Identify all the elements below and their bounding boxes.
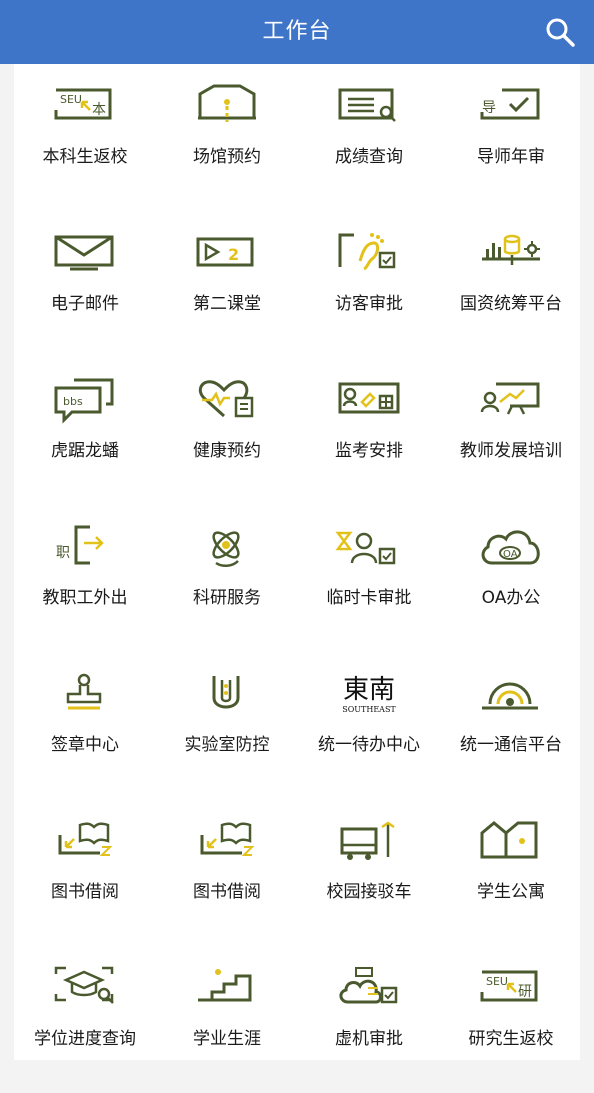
- bbs-icon: bbs: [50, 376, 120, 428]
- svg-text:OA: OA: [503, 549, 518, 560]
- app-label: 临时卡审批: [326, 588, 412, 608]
- app-tile-unified-comm[interactable]: 统一通信平台: [440, 652, 582, 799]
- app-grid-panel: SEU 本 本科生返校 场馆预约 成绩查询 导 导师年审 电子邮件 2 第二课堂…: [14, 64, 580, 1060]
- app-tile-vm-approval[interactable]: 虚机审批: [298, 946, 440, 1093]
- shuttle-bus-icon: [334, 817, 404, 869]
- assets-chart-icon: [476, 229, 546, 281]
- app-label: 研究生返校: [468, 1029, 554, 1049]
- app-label: 虎踞龙蟠: [51, 441, 119, 461]
- app-label: 实验室防控: [184, 735, 270, 755]
- app-tile-staff-exit[interactable]: 职 教职工外出: [14, 505, 156, 652]
- seu-return-icon: SEU 本: [50, 82, 120, 134]
- app-tile-teacher-training[interactable]: 教师发展培训: [440, 358, 582, 505]
- app-tile-research[interactable]: 科研服务: [156, 505, 298, 652]
- app-label: 本科生返校: [42, 147, 128, 167]
- app-tile-apartment[interactable]: 学生公寓: [440, 799, 582, 946]
- signal-icon: [476, 670, 546, 722]
- svg-text:职: 职: [56, 545, 70, 561]
- app-tile-shuttle[interactable]: 校园接驳车: [298, 799, 440, 946]
- app-label: 图书借阅: [51, 882, 119, 902]
- app-label: 签章中心: [51, 735, 119, 755]
- app-tile-degree-progress[interactable]: 学位进度查询: [14, 946, 156, 1093]
- app-label: 学位进度查询: [34, 1029, 136, 1049]
- app-label: 科研服务: [193, 588, 261, 608]
- svg-text:SEU: SEU: [486, 975, 508, 988]
- app-tile-library-2[interactable]: 图书借阅: [156, 799, 298, 946]
- svg-text:导: 导: [482, 100, 496, 116]
- app-label: 教师发展培训: [460, 441, 562, 461]
- second-class-icon: 2: [192, 229, 262, 281]
- app-tile-tutor-review[interactable]: 导 导师年审: [440, 64, 582, 211]
- app-tile-venue[interactable]: 场馆预约: [156, 64, 298, 211]
- vm-cloud-icon: [334, 964, 404, 1016]
- app-label: 校园接驳车: [326, 882, 412, 902]
- app-label: 学业生涯: [193, 1029, 261, 1049]
- app-label: 场馆预约: [193, 147, 261, 167]
- app-tile-assets[interactable]: 国资统筹平台: [440, 211, 582, 358]
- research-atom-icon: [192, 523, 262, 575]
- app-label: 国资统筹平台: [460, 294, 562, 314]
- app-label: 统一通信平台: [460, 735, 562, 755]
- app-label: 导师年审: [477, 147, 545, 167]
- search-icon[interactable]: [544, 16, 576, 48]
- staff-exit-icon: 职: [50, 523, 120, 575]
- grade-search-icon: [334, 82, 404, 134]
- page-title: 工作台: [262, 19, 332, 44]
- app-tile-second-class[interactable]: 2 第二课堂: [156, 211, 298, 358]
- app-tile-grad-return[interactable]: SEU 研 研究生返校: [440, 946, 582, 1093]
- oa-cloud-icon: OA: [476, 523, 546, 575]
- app-tile-stamp[interactable]: 签章中心: [14, 652, 156, 799]
- logo-calligraphy: 東南: [343, 675, 395, 705]
- app-label: 第二课堂: [193, 294, 261, 314]
- svg-text:本: 本: [92, 102, 106, 118]
- logo-english: SOUTHEAST: [342, 705, 396, 714]
- mail-icon: [50, 229, 120, 281]
- venue-icon: [192, 82, 262, 134]
- southeast-logo-icon: 東南 SOUTHEAST: [334, 670, 404, 722]
- app-tile-temp-card[interactable]: 临时卡审批: [298, 505, 440, 652]
- app-label: 统一待办中心: [318, 735, 420, 755]
- app-label: OA办公: [481, 588, 541, 608]
- app-tile-bbs[interactable]: bbs 虎踞龙蟠: [14, 358, 156, 505]
- tutor-review-icon: 导: [476, 82, 546, 134]
- app-tile-oa[interactable]: OA OA办公: [440, 505, 582, 652]
- app-tile-grades[interactable]: 成绩查询: [298, 64, 440, 211]
- stairs-icon: [192, 964, 262, 1016]
- app-label: 虚机审批: [335, 1029, 403, 1049]
- app-tile-lab[interactable]: 实验室防控: [156, 652, 298, 799]
- seu-grad-return-icon: SEU 研: [476, 964, 546, 1016]
- book-borrow-icon: [50, 817, 120, 869]
- temp-card-icon: [334, 523, 404, 575]
- health-heart-icon: [192, 376, 262, 428]
- visitor-icon: [334, 229, 404, 281]
- apartment-icon: [476, 817, 546, 869]
- app-tile-academic-career[interactable]: 学业生涯: [156, 946, 298, 1093]
- svg-text:SEU: SEU: [60, 93, 82, 106]
- svg-text:bbs: bbs: [63, 395, 83, 408]
- invigilation-icon: [334, 376, 404, 428]
- app-label: 电子邮件: [51, 294, 119, 314]
- degree-search-icon: [50, 964, 120, 1016]
- svg-text:2: 2: [228, 245, 239, 264]
- app-tile-todo-center[interactable]: 東南 SOUTHEAST 统一待办中心: [298, 652, 440, 799]
- lab-tube-icon: [192, 670, 262, 722]
- teacher-training-icon: [476, 376, 546, 428]
- app-label: 成绩查询: [335, 147, 403, 167]
- book-borrow-icon: [192, 817, 262, 869]
- app-label: 监考安排: [335, 441, 403, 461]
- app-tile-email[interactable]: 电子邮件: [14, 211, 156, 358]
- svg-text:研: 研: [518, 984, 532, 1000]
- app-tile-invigilation[interactable]: 监考安排: [298, 358, 440, 505]
- top-bar: 工作台: [0, 0, 594, 64]
- app-label: 健康预约: [193, 441, 261, 461]
- app-tile-health[interactable]: 健康预约: [156, 358, 298, 505]
- app-tile-visitor[interactable]: 访客审批: [298, 211, 440, 358]
- app-label: 图书借阅: [193, 882, 261, 902]
- app-label: 教职工外出: [42, 588, 128, 608]
- stamp-icon: [50, 670, 120, 722]
- app-tile-undergrad-return[interactable]: SEU 本 本科生返校: [14, 64, 156, 211]
- app-label: 访客审批: [335, 294, 403, 314]
- app-tile-library-1[interactable]: 图书借阅: [14, 799, 156, 946]
- app-label: 学生公寓: [477, 882, 545, 902]
